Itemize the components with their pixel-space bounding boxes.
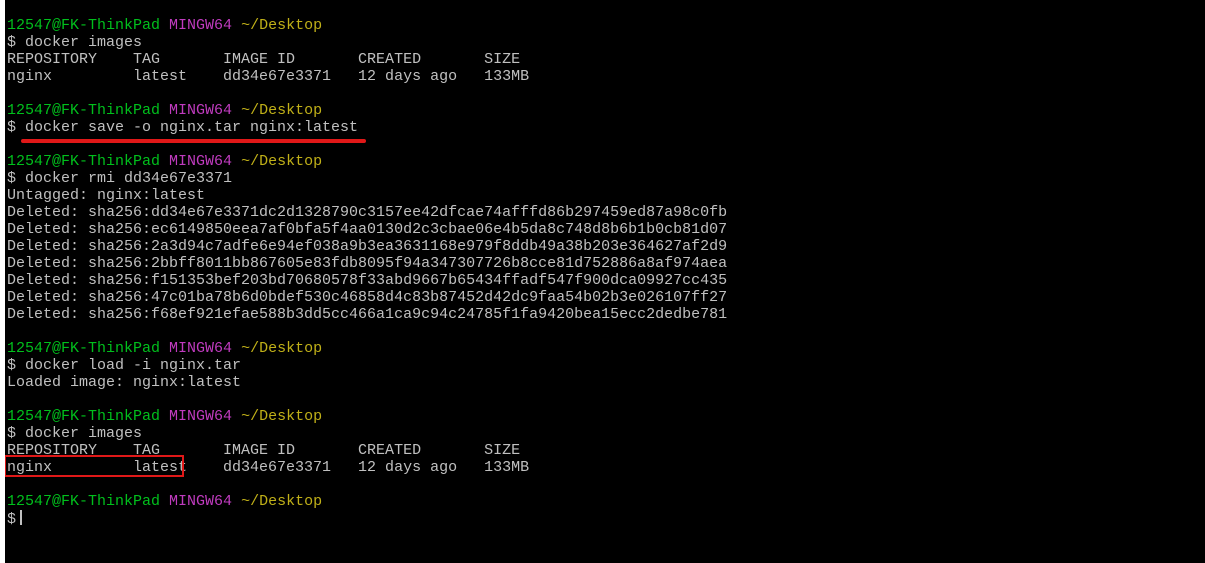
command-line-save: $ docker save -o nginx.tar nginx:latest (7, 119, 359, 136)
output-line: Deleted: sha256:2bbff8011bb867605e83fdb8… (7, 255, 728, 272)
prompt-user-host: 12547@FK-ThinkPad (7, 17, 161, 34)
prompt-system: MINGW64 (169, 102, 233, 119)
prompt-path: ~/Desktop (241, 340, 323, 357)
prompt-symbol: $ (7, 511, 17, 528)
terminal-output: 12547@FK-ThinkPad MINGW64 ~/Desktop $ do… (7, 17, 728, 528)
prompt-user-host: 12547@FK-ThinkPad (7, 153, 161, 170)
prompt-line: 12547@FK-ThinkPad MINGW64 ~/Desktop (7, 493, 727, 510)
prompt-line: 12547@FK-ThinkPad MINGW64 ~/Desktop (7, 340, 727, 357)
command-line: $ docker images (7, 34, 143, 51)
prompt-system: MINGW64 (169, 340, 233, 357)
prompt-system: MINGW64 (169, 493, 233, 510)
prompt-line: 12547@FK-ThinkPad MINGW64 ~/Desktop (7, 153, 727, 170)
output-line: Deleted: sha256:f151353bef203bd70680578f… (7, 272, 728, 289)
red-box-annotation (5, 455, 184, 477)
prompt-user-host: 12547@FK-ThinkPad (7, 102, 161, 119)
output-line: Deleted: sha256:2a3d94c7adfe6e94ef038a9b… (7, 238, 728, 255)
output-line: Deleted: sha256:f68ef921efae588b3dd5cc46… (7, 306, 728, 323)
output-line: Deleted: sha256:dd34e67e3371dc2d1328790c… (7, 204, 728, 221)
prompt-user-host: 12547@FK-ThinkPad (7, 408, 161, 425)
prompt-path: ~/Desktop (241, 102, 323, 119)
prompt-path: ~/Desktop (241, 17, 323, 34)
output-line: REPOSITORY TAG IMAGE ID CREATED SIZE (7, 51, 521, 68)
text-cursor (20, 510, 23, 525)
prompt-line: 12547@FK-ThinkPad MINGW64 ~/Desktop (7, 17, 727, 34)
output-line: Loaded image: nginx:latest (7, 374, 242, 391)
red-underline-annotation (21, 139, 366, 143)
prompt-line: 12547@FK-ThinkPad MINGW64 ~/Desktop (7, 102, 727, 119)
prompt-system: MINGW64 (169, 408, 233, 425)
prompt-user-host: 12547@FK-ThinkPad (7, 340, 161, 357)
prompt-line: 12547@FK-ThinkPad MINGW64 ~/Desktop (7, 408, 727, 425)
terminal-window[interactable]: 12547@FK-ThinkPad MINGW64 ~/Desktop $ do… (5, 0, 1205, 563)
output-line: Untagged: nginx:latest (7, 187, 206, 204)
prompt-path: ~/Desktop (241, 153, 323, 170)
prompt-system: MINGW64 (169, 17, 233, 34)
prompt-path: ~/Desktop (241, 408, 323, 425)
command-line: $ docker images (7, 425, 143, 442)
input-line[interactable]: $ (7, 510, 727, 528)
output-line: nginx latest dd34e67e3371 12 days ago 13… (7, 68, 530, 85)
output-line: Deleted: sha256:ec6149850eea7af0bfa5f4aa… (7, 221, 728, 238)
command-line: $ docker rmi dd34e67e3371 (7, 170, 233, 187)
prompt-system: MINGW64 (169, 153, 233, 170)
command-line: $ docker load -i nginx.tar (7, 357, 242, 374)
prompt-path: ~/Desktop (241, 493, 323, 510)
output-line: Deleted: sha256:47c01ba78b6d0bdef530c468… (7, 289, 728, 306)
prompt-user-host: 12547@FK-ThinkPad (7, 493, 161, 510)
